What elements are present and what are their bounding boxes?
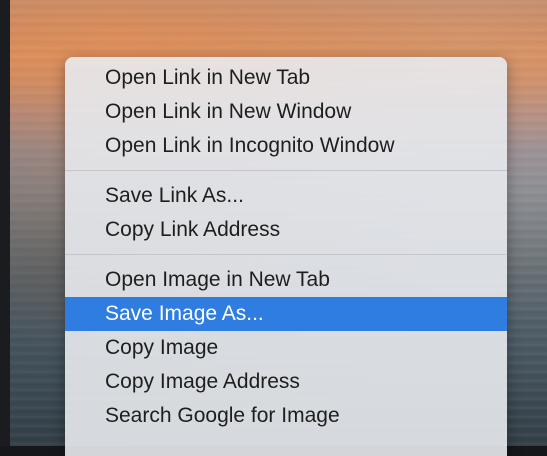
menu-item-copy-link-address[interactable]: Copy Link Address <box>65 213 507 247</box>
screen: Open Link in New Tab Open Link in New Wi… <box>0 0 547 456</box>
menu-separator <box>65 254 507 255</box>
menu-item-open-link-new-window[interactable]: Open Link in New Window <box>65 95 507 129</box>
menu-item-open-link-new-tab[interactable]: Open Link in New Tab <box>65 61 507 95</box>
menu-item-copy-image[interactable]: Copy Image <box>65 331 507 365</box>
menu-item-open-link-incognito[interactable]: Open Link in Incognito Window <box>65 129 507 163</box>
menu-item-copy-image-address[interactable]: Copy Image Address <box>65 365 507 399</box>
context-menu: Open Link in New Tab Open Link in New Wi… <box>65 57 507 456</box>
menu-item-search-google-for-image[interactable]: Search Google for Image <box>65 399 507 433</box>
menu-item-save-image-as[interactable]: Save Image As... <box>65 297 507 331</box>
menu-item-save-link-as[interactable]: Save Link As... <box>65 179 507 213</box>
menu-separator <box>65 170 507 171</box>
menu-item-open-image-new-tab[interactable]: Open Image in New Tab <box>65 263 507 297</box>
